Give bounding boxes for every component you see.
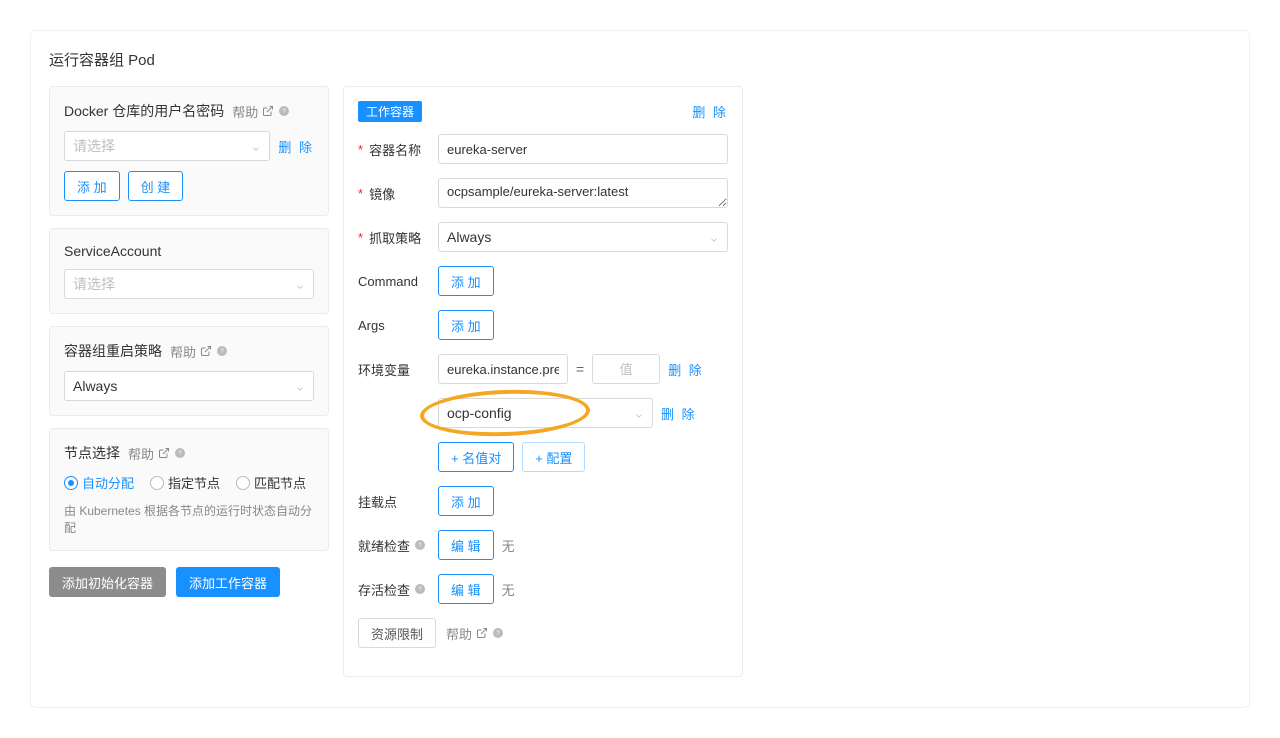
help-restart[interactable]: 帮助 ?	[170, 342, 228, 361]
args-label: Args	[358, 318, 428, 333]
pull-policy-select[interactable]: Always	[438, 222, 728, 252]
command-add-button[interactable]: 添 加	[438, 266, 494, 296]
restart-policy-panel: 容器组重启策略 帮助 ? Always	[49, 326, 329, 416]
question-icon: ?	[174, 447, 186, 459]
env-key-input[interactable]	[438, 354, 568, 384]
chevron-down-icon	[295, 381, 305, 391]
radio-icon	[64, 476, 78, 490]
add-config-button[interactable]: + 配置	[522, 442, 585, 472]
external-link-icon	[200, 345, 212, 357]
radio-specify[interactable]: 指定节点	[150, 473, 220, 492]
env-value-input[interactable]	[592, 354, 660, 384]
container-delete-link[interactable]: 删 除	[692, 102, 728, 121]
page-title: 运行容器组 Pod	[49, 49, 1231, 70]
docker-secret-select[interactable]: 请选择	[64, 131, 270, 161]
help-node[interactable]: 帮助 ?	[128, 444, 186, 463]
docker-panel: Docker 仓库的用户名密码 帮助 ? 请选择 删 除 添 加	[49, 86, 329, 216]
question-icon: ?	[414, 539, 426, 551]
radio-match[interactable]: 匹配节点	[236, 473, 306, 492]
question-icon: ?	[414, 583, 426, 595]
add-init-container-button[interactable]: 添加初始化容器	[49, 567, 166, 597]
add-work-container-button[interactable]: 添加工作容器	[176, 567, 280, 597]
resource-limit-button[interactable]: 资源限制	[358, 618, 436, 648]
pull-policy-label: *抓取策略	[358, 228, 428, 247]
ready-edit-button[interactable]: 编 辑	[438, 530, 494, 560]
mount-label: 挂载点	[358, 492, 428, 511]
chevron-down-icon	[709, 232, 719, 242]
question-icon: ?	[278, 105, 290, 117]
chevron-down-icon	[251, 141, 261, 151]
command-label: Command	[358, 274, 428, 289]
restart-title: 容器组重启策略	[64, 341, 162, 361]
node-select-panel: 节点选择 帮助 ? 自动分配 指定节点 匹配节点 由 Kubernetes 根据…	[49, 428, 329, 551]
chevron-down-icon	[634, 408, 644, 418]
env-row-delete[interactable]: 删 除	[668, 360, 704, 379]
restart-select[interactable]: Always	[64, 371, 314, 401]
question-icon: ?	[492, 627, 504, 639]
node-title: 节点选择	[64, 443, 120, 463]
external-link-icon	[476, 627, 488, 639]
docker-title: Docker 仓库的用户名密码	[64, 101, 224, 121]
env-label: 环境变量	[358, 360, 428, 379]
sa-title: ServiceAccount	[64, 243, 161, 259]
image-input[interactable]: ocpsample/eureka-server:latest	[438, 178, 728, 208]
image-label: *镜像	[358, 184, 428, 203]
container-form-panel: 工作容器 删 除 *容器名称 *镜像 ocpsample/eureka-serv…	[343, 86, 743, 677]
help-docker[interactable]: 帮助 ?	[232, 102, 290, 121]
add-kv-button[interactable]: + 名值对	[438, 442, 514, 472]
chevron-down-icon	[295, 279, 305, 289]
env-config-select[interactable]: ocp-config	[438, 398, 653, 428]
radio-auto[interactable]: 自动分配	[64, 473, 134, 492]
help-resource[interactable]: 帮助 ?	[446, 624, 504, 643]
args-add-button[interactable]: 添 加	[438, 310, 494, 340]
service-account-panel: ServiceAccount 请选择	[49, 228, 329, 314]
mount-add-button[interactable]: 添 加	[438, 486, 494, 516]
question-icon: ?	[216, 345, 228, 357]
docker-create-button[interactable]: 创 建	[128, 171, 184, 201]
node-hint: 由 Kubernetes 根据各节点的运行时状态自动分配	[64, 502, 314, 536]
sa-select[interactable]: 请选择	[64, 269, 314, 299]
container-name-label: *容器名称	[358, 140, 428, 159]
radio-icon	[236, 476, 250, 490]
ready-label: 就绪检查?	[358, 536, 428, 555]
live-edit-button[interactable]: 编 辑	[438, 574, 494, 604]
docker-delete-link[interactable]: 删 除	[278, 137, 314, 156]
external-link-icon	[262, 105, 274, 117]
container-name-input[interactable]	[438, 134, 728, 164]
ready-value: 无	[502, 536, 515, 555]
work-container-tag: 工作容器	[358, 101, 422, 122]
env-config-delete[interactable]: 删 除	[661, 404, 697, 423]
live-value: 无	[502, 580, 515, 599]
equals-sign: =	[576, 361, 584, 377]
docker-add-button[interactable]: 添 加	[64, 171, 120, 201]
live-label: 存活检查?	[358, 580, 428, 599]
radio-icon	[150, 476, 164, 490]
external-link-icon	[158, 447, 170, 459]
